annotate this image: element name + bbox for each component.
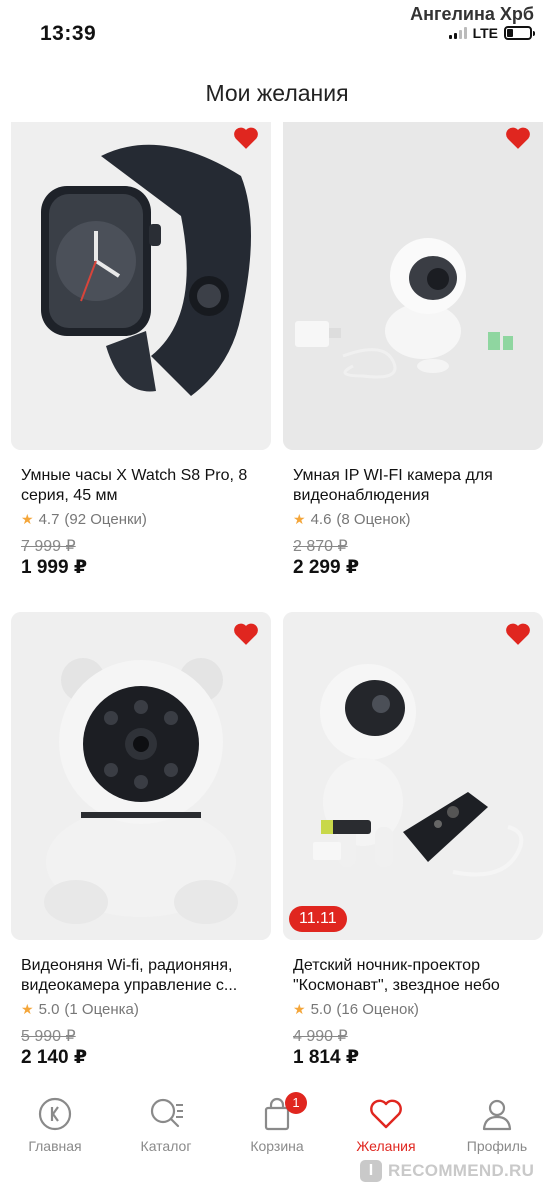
rating-count: (1 Оценка) [64, 1001, 139, 1018]
wishlist-grid[interactable]: Умные часы X Watch S8 Pro, 8 серия, 45 м… [0, 122, 554, 1090]
status-indicators: LTE [448, 25, 535, 41]
wishlist-heart-icon[interactable] [233, 126, 259, 150]
product-title[interactable]: Умная IP WI-FI камера для видеонаблюдени… [293, 466, 543, 506]
signal-icon [448, 27, 467, 39]
old-price: 4 990 ₽ [293, 1028, 348, 1045]
wishlist-heart-icon[interactable] [505, 622, 531, 646]
price: 2 140 ₽ [21, 1047, 88, 1068]
rating-count: (8 Оценок) [336, 511, 411, 528]
watermark-logo-icon: I [360, 1160, 382, 1182]
tab-label: Корзина [250, 1138, 304, 1154]
product-title[interactable]: Видеоняня Wi-fi, радионяня, видеокамера … [21, 956, 271, 996]
star-icon: ★ [293, 511, 306, 527]
watermark: I RECOMMEND.RU [360, 1158, 548, 1184]
product-rating: ★ 4.6 (8 Оценок) [293, 511, 411, 528]
product-image[interactable] [11, 612, 271, 940]
product-rating: ★ 4.7 (92 Оценки) [21, 511, 147, 528]
rating-value: 4.7 [38, 511, 60, 528]
old-price: 7 999 ₽ [21, 538, 76, 555]
product-rating: ★ 5.0 (1 Оценка) [21, 1001, 139, 1018]
page-title: Мои желания [205, 80, 349, 106]
rating-count: (16 Оценок) [336, 1001, 419, 1018]
product-image[interactable] [11, 122, 271, 450]
product-title[interactable]: Умные часы X Watch S8 Pro, 8 серия, 45 м… [21, 466, 271, 506]
ip-camera-image [283, 122, 543, 450]
product-card[interactable]: Умные часы X Watch S8 Pro, 8 серия, 45 м… [11, 122, 271, 592]
price: 2 299 ₽ [293, 557, 360, 578]
status-bar: 13:39 Ангелина Хрб LTE [0, 0, 554, 58]
network-type: LTE [472, 25, 498, 41]
old-price: 2 870 ₽ [293, 538, 348, 555]
rating-value: 5.0 [310, 1001, 332, 1018]
star-icon: ★ [21, 1001, 34, 1017]
wishlist-heart-icon[interactable] [505, 126, 531, 150]
tab-label: Каталог [140, 1138, 192, 1154]
smartwatch-image [11, 122, 271, 450]
tab-label: Профиль [466, 1138, 528, 1154]
tab-catalog[interactable]: Каталог [116, 1096, 216, 1154]
promo-badge: 11.11 [289, 906, 347, 932]
product-card[interactable]: 11.11 Детский ночник-проектор "Космонавт… [283, 612, 543, 1090]
product-card[interactable]: Видеоняня Wi-fi, радионяня, видеокамера … [11, 612, 271, 1090]
old-price: 5 990 ₽ [21, 1028, 76, 1045]
heart-icon [370, 1099, 402, 1129]
rating-value: 4.6 [310, 511, 332, 528]
tab-home[interactable]: Главная [5, 1096, 105, 1154]
rating-count: (92 Оценки) [64, 511, 147, 528]
product-image[interactable] [283, 122, 543, 450]
status-time: 13:39 [40, 22, 97, 45]
product-title[interactable]: Детский ночник-проектор "Космонавт", зве… [293, 956, 543, 996]
tab-wishlist[interactable]: Желания [336, 1096, 436, 1154]
wishlist-heart-icon[interactable] [233, 622, 259, 646]
status-carrier: Ангелина Хрб [410, 4, 534, 24]
product-card[interactable]: Умная IP WI-FI камера для видеонаблюдени… [283, 122, 543, 592]
baby-monitor-image [11, 612, 271, 940]
watermark-text: RECOMMEND.RU [388, 1161, 535, 1180]
tab-profile[interactable]: Профиль [447, 1096, 547, 1154]
rating-value: 5.0 [38, 1001, 60, 1018]
star-icon: ★ [21, 511, 34, 527]
cart-count-badge: 1 [285, 1092, 307, 1114]
home-logo-icon [38, 1097, 72, 1131]
tab-label: Главная [28, 1138, 82, 1154]
price: 1 999 ₽ [21, 557, 88, 578]
astronaut-projector-image [283, 612, 543, 940]
star-icon: ★ [293, 1001, 306, 1017]
profile-icon [482, 1099, 512, 1131]
tab-cart[interactable]: 1 Корзина [227, 1092, 327, 1154]
battery-icon [504, 26, 535, 40]
price: 1 814 ₽ [293, 1047, 360, 1068]
tab-label: Желания [356, 1138, 416, 1154]
catalog-search-icon [150, 1098, 183, 1128]
product-rating: ★ 5.0 (16 Оценок) [293, 1001, 419, 1018]
product-image[interactable]: 11.11 [283, 612, 543, 940]
